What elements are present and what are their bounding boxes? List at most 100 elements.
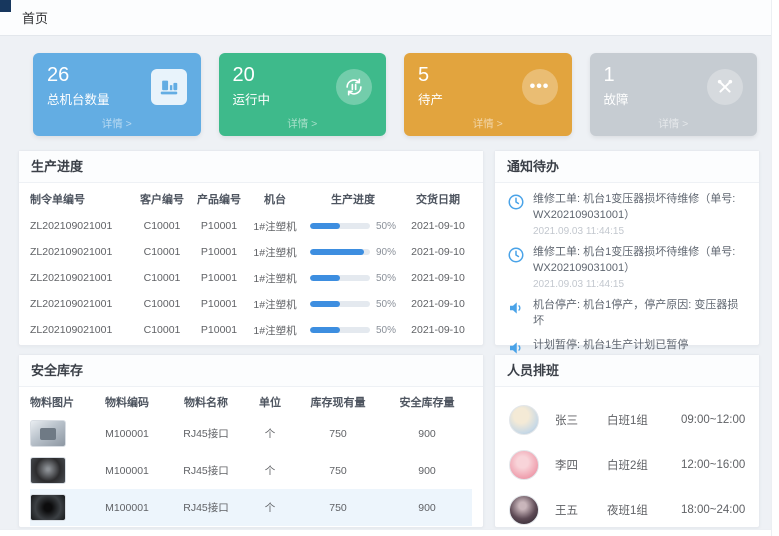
cell-machine: 1#注塑机: [248, 245, 302, 260]
cell-customer-no: C10001: [134, 246, 190, 258]
stat-card-fault[interactable]: 1 故障 详情 >: [590, 53, 758, 136]
cell-material-name: RJ45接口: [166, 426, 246, 441]
progress-bar: [310, 223, 370, 229]
machine-icon: [151, 69, 187, 105]
staff-shift: 白班2组: [607, 457, 681, 473]
column-header: 客户编号: [134, 191, 190, 207]
column-header: 物料图片: [30, 394, 88, 410]
avatar: [509, 405, 539, 435]
schedule-row: 李四 白班2组 12:00~16:00: [509, 442, 745, 487]
table-row: ZL202109021001 C10001 P10001 1#注塑机 50% 2…: [30, 317, 472, 343]
round-connector-image: [30, 457, 66, 484]
staff-time: 09:00~12:00: [681, 414, 745, 426]
staff-time: 18:00~24:00: [681, 504, 745, 516]
cell-machine: 1#注塑机: [248, 297, 302, 312]
column-header: 产品编号: [190, 191, 248, 207]
stat-card-total-machines[interactable]: 26 总机台数量 详情 >: [33, 53, 201, 136]
cell-material-name: RJ45接口: [166, 463, 246, 478]
cell-product-no: P10001: [190, 272, 248, 284]
cell-progress: 50%: [302, 299, 404, 310]
cell-product-no: P10001: [190, 298, 248, 310]
card-detail-link[interactable]: 详情 >: [219, 116, 387, 131]
column-header: 物料编码: [88, 394, 166, 410]
schedule-list: 张三 白班1组 09:00~12:00 李四 白班2组 12:00~16:00 …: [495, 387, 759, 532]
column-header: 单位: [246, 394, 294, 410]
cell-machine: 1#注塑机: [248, 271, 302, 286]
notice-body: 维修工单: 机台1变压器损坏待维修（单号: WX202109031001） 20…: [533, 192, 747, 237]
notice-list: 维修工单: 机台1变压器损坏待维修（单号: WX202109031001） 20…: [495, 183, 759, 367]
cell-product-no: P10001: [190, 220, 248, 232]
inventory-table: 物料图片 物料编码 物料名称 单位 库存现有量 安全库存量 M100001 RJ…: [19, 387, 483, 526]
cell-on-hand: 750: [294, 465, 382, 477]
notice-body: 机台停产: 机台1停产，停产原因: 变压器损坏: [533, 298, 747, 330]
stat-cards-row: 26 总机台数量 详情 > 20 运行中 详情 >: [33, 53, 757, 136]
cell-material-code: M100001: [88, 502, 166, 514]
safety-inventory-panel: 安全库存 物料图片 物料编码 物料名称 单位 库存现有量 安全库存量 M1000…: [18, 354, 484, 528]
panel-title: 人员排班: [495, 355, 759, 387]
tools-icon: [707, 69, 743, 105]
column-header: 制令单编号: [30, 191, 134, 207]
cell-unit: 个: [246, 500, 294, 515]
vertical-scrollbar[interactable]: [771, 0, 779, 536]
notice-item[interactable]: 维修工单: 机台1变压器损坏待维修（单号: WX202109031001） 20…: [507, 245, 747, 290]
cell-delivery-date: 2021-09-10: [404, 220, 472, 232]
stat-card-running[interactable]: 20 运行中 详情 >: [219, 53, 387, 136]
page-header: 首页: [0, 0, 771, 36]
progress-bar: [310, 249, 370, 255]
card-detail-link[interactable]: 详情 >: [404, 116, 572, 131]
table-header-row: 制令单编号 客户编号 产品编号 机台 生产进度 交货日期: [30, 185, 472, 213]
page-title: 首页: [22, 8, 48, 27]
progress-bar: [310, 327, 370, 333]
notice-item[interactable]: 机台停产: 机台1停产，停产原因: 变压器损坏: [507, 298, 747, 330]
horizontal-scrollbar[interactable]: [0, 529, 771, 536]
cell-customer-no: C10001: [134, 272, 190, 284]
staff-time: 12:00~16:00: [681, 459, 745, 471]
card-detail-link[interactable]: 详情 >: [33, 116, 201, 131]
card-detail-link[interactable]: 详情 >: [590, 116, 758, 131]
cell-machine: 1#注塑机: [248, 219, 302, 234]
staff-name: 李四: [555, 457, 607, 473]
cell-order-no: ZL202109021001: [30, 298, 134, 310]
progress-percent: 50%: [376, 273, 396, 284]
progress-bar: [310, 275, 370, 281]
notice-item[interactable]: 维修工单: 机台1变压器损坏待维修（单号: WX202109031001） 20…: [507, 192, 747, 237]
clock-icon: [507, 246, 525, 264]
cell-delivery-date: 2021-09-10: [404, 246, 472, 258]
notice-text: 机台停产: 机台1停产，停产原因: 变压器损坏: [533, 298, 747, 330]
column-header: 物料名称: [166, 394, 246, 410]
table-row: ZL202109021001 C10001 P10001 1#注塑机 50% 2…: [30, 213, 472, 239]
column-header: 库存现有量: [294, 394, 382, 410]
panel-title: 生产进度: [19, 151, 483, 183]
table-row: ZL202109021001 C10001 P10001 1#注塑机 50% 2…: [30, 291, 472, 317]
table-row: M100001 RJ45接口 个 750 900: [30, 489, 472, 526]
staff-name: 王五: [555, 502, 607, 518]
staff-shift: 白班1组: [607, 412, 681, 428]
cell-order-no: ZL202109021001: [30, 246, 134, 258]
speaker-icon: [507, 299, 525, 317]
cell-progress: 90%: [302, 247, 404, 258]
cell-order-no: ZL202109021001: [30, 324, 134, 336]
rj45-connector-image: [30, 420, 66, 447]
cell-unit: 个: [246, 426, 294, 441]
cell-customer-no: C10001: [134, 324, 190, 336]
stat-card-waiting[interactable]: 5 待产 ••• 详情 >: [404, 53, 572, 136]
corner-accent: [0, 0, 11, 12]
cell-delivery-date: 2021-09-10: [404, 324, 472, 336]
notice-text: 计划暂停: 机台1生产计划已暂停: [533, 338, 747, 354]
production-progress-panel: 生产进度 制令单编号 客户编号 产品编号 机台 生产进度 交货日期 ZL2021…: [18, 150, 484, 346]
notice-time: 2021.09.03 11:44:15: [533, 226, 747, 237]
column-header: 交货日期: [404, 191, 472, 207]
cell-order-no: ZL202109021001: [30, 272, 134, 284]
table-row: ZL202109021001 C10001 P10001 1#注塑机 50% 2…: [30, 265, 472, 291]
avatar: [509, 495, 539, 525]
cell-progress: 50%: [302, 273, 404, 284]
cell-order-no: ZL202109021001: [30, 220, 134, 232]
cell-on-hand: 750: [294, 502, 382, 514]
notice-body: 维修工单: 机台1变压器损坏待维修（单号: WX202109031001） 20…: [533, 245, 747, 290]
cell-customer-no: C10001: [134, 298, 190, 310]
cell-progress: 50%: [302, 221, 404, 232]
table-header-row: 物料图片 物料编码 物料名称 单位 库存现有量 安全库存量: [30, 389, 472, 415]
progress-percent: 50%: [376, 221, 396, 232]
notice-text: 维修工单: 机台1变压器损坏待维修（单号: WX202109031001）: [533, 245, 747, 277]
table-row: ZL202109021001 C10001 P10001 1#注塑机 90% 2…: [30, 239, 472, 265]
